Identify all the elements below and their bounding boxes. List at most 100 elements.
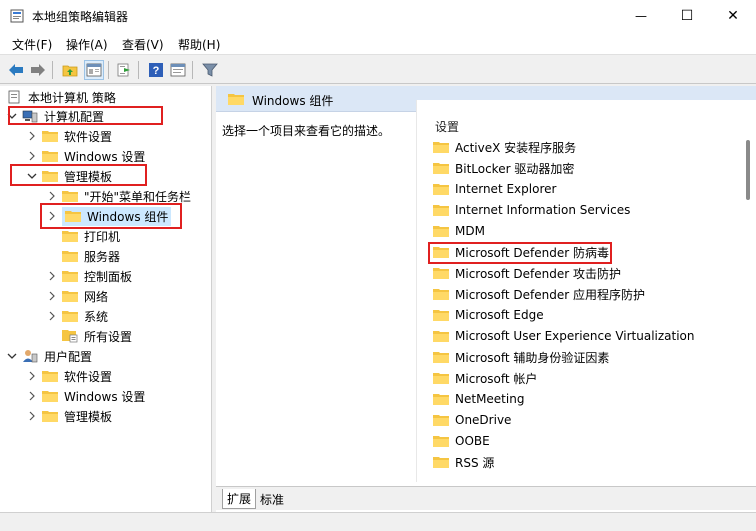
list-item[interactable]: OOBE (433, 431, 490, 451)
properties-button[interactable] (168, 60, 188, 80)
chevron-right-icon[interactable] (46, 270, 58, 282)
minimize-button[interactable]: — (618, 0, 664, 32)
tree-cc-admin-windows-label: Windows 组件 (87, 209, 169, 224)
chevron-right-icon[interactable] (46, 310, 58, 322)
tree-root-label: 本地计算机 策略 (28, 90, 116, 105)
tab-standard[interactable]: 标准 (256, 489, 288, 509)
list-item[interactable]: Internet Information Services (433, 200, 630, 220)
tree-user-config-label: 用户配置 (44, 349, 93, 364)
tree-cc-windows[interactable]: Windows 设置 (26, 146, 145, 166)
forward-button[interactable] (28, 60, 48, 80)
list-item[interactable]: NetMeeting (433, 389, 524, 409)
tree-cc-admin-all[interactable]: 所有设置 (62, 326, 132, 346)
folder-icon (62, 310, 78, 322)
list-item[interactable]: Internet Explorer (433, 179, 556, 199)
tree-pane[interactable]: 本地计算机 策略 计算机配置 软件设置 Windows 设置 管理模板 "开始"… (0, 86, 212, 512)
list-item[interactable]: OneDrive (433, 410, 511, 430)
help-button[interactable]: ? (146, 60, 166, 80)
user-icon (22, 349, 38, 363)
folder-icon (42, 370, 58, 382)
chevron-down-icon[interactable] (6, 350, 18, 362)
list-item[interactable]: Microsoft 帐户 (433, 368, 537, 388)
list-item[interactable]: Microsoft Defender 防病毒 (433, 242, 609, 262)
chevron-right-icon[interactable] (46, 290, 58, 302)
list-item[interactable]: ActiveX 安装程序服务 (433, 137, 576, 157)
close-icon: ✕ (727, 8, 739, 24)
list-item-label: RSS 源 (455, 455, 495, 470)
filter-icon (202, 63, 218, 77)
tree-user-config[interactable]: 用户配置 (6, 346, 92, 366)
tree-cc-admin-all-label: 所有设置 (84, 329, 133, 344)
chevron-right-icon[interactable] (46, 190, 58, 202)
tree-cc-admin-printer[interactable]: 打印机 (62, 226, 120, 246)
list-item[interactable]: MDM (433, 221, 485, 241)
folder-icon (433, 183, 449, 195)
tree-uc-windows[interactable]: Windows 设置 (26, 386, 145, 406)
settings-column-header[interactable]: 设置 (435, 118, 459, 135)
menu-view[interactable]: 查看(V) (122, 36, 164, 53)
chevron-down-icon[interactable] (6, 110, 18, 122)
menu-action[interactable]: 操作(A) (66, 36, 108, 53)
help-icon: ? (149, 63, 163, 77)
menu-file[interactable]: 文件(F) (12, 36, 52, 53)
tab-extended-label: 扩展 (227, 492, 252, 506)
vertical-scrollbar[interactable] (746, 140, 750, 200)
chevron-right-icon[interactable] (26, 150, 38, 162)
list-item[interactable]: Microsoft Edge (433, 305, 544, 325)
list-item[interactable]: Microsoft 辅助身份验证因素 (433, 347, 609, 367)
folder-icon (433, 456, 449, 468)
details-pane: Windows 组件 选择一个项目来查看它的描述。 设置 ActiveX 安装程… (216, 86, 756, 512)
filter-button[interactable] (200, 60, 220, 80)
folder-icon (42, 390, 58, 402)
tree-uc-admin[interactable]: 管理模板 (26, 406, 112, 426)
tree-cc-software[interactable]: 软件设置 (26, 126, 112, 146)
chevron-down-icon[interactable] (26, 170, 38, 182)
chevron-right-icon[interactable] (46, 210, 58, 222)
menu-help[interactable]: 帮助(H) (178, 36, 220, 53)
back-button[interactable] (6, 60, 26, 80)
tree-selection-highlight: Windows 组件 (62, 206, 172, 226)
tree-cc-admin-windows[interactable]: Windows 组件 (46, 206, 172, 226)
folder-icon (62, 270, 78, 282)
tree-cc-admin-control[interactable]: 控制面板 (46, 266, 132, 286)
tree-cc-admin-network-label: 网络 (84, 289, 109, 304)
list-item-label: Internet Information Services (455, 203, 631, 217)
settings-list[interactable]: 设置 ActiveX 安装程序服务 BitLocker 驱动器加密 Intern… (416, 100, 756, 482)
list-item[interactable]: Microsoft User Experience Virtualization (433, 326, 695, 346)
tree-cc-admin-server[interactable]: 服务器 (62, 246, 120, 266)
chevron-right-icon[interactable] (26, 410, 38, 422)
export-list-button[interactable] (114, 60, 134, 80)
chevron-right-icon[interactable] (26, 390, 38, 402)
show-hide-tree-button[interactable] (84, 60, 104, 80)
list-item[interactable]: RSS 源 (433, 452, 494, 472)
list-item-label: Microsoft Defender 防病毒 (455, 245, 610, 260)
tree-uc-software[interactable]: 软件设置 (26, 366, 112, 386)
tree-computer-config[interactable]: 计算机配置 (6, 106, 104, 126)
list-item[interactable]: BitLocker 驱动器加密 (433, 158, 574, 178)
maximize-button[interactable]: ☐ (664, 0, 710, 32)
up-folder-button[interactable] (60, 60, 80, 80)
tree-cc-admin-network[interactable]: 网络 (46, 286, 108, 306)
list-item-label: OOBE (455, 434, 490, 448)
tree-cc-admin[interactable]: 管理模板 (26, 166, 112, 186)
folder-icon (42, 410, 58, 422)
close-button[interactable]: ✕ (710, 0, 756, 32)
toolbar: ? (0, 54, 756, 84)
list-item-label: ActiveX 安装程序服务 (455, 140, 577, 155)
list-item[interactable]: Microsoft Defender 应用程序防护 (433, 284, 645, 304)
chevron-right-icon[interactable] (26, 130, 38, 142)
list-item[interactable]: Microsoft Defender 攻击防护 (433, 263, 621, 283)
folder-icon (433, 393, 449, 405)
computer-icon (22, 109, 38, 123)
view-tabs: 扩展 标准 (216, 486, 756, 510)
folder-icon (42, 170, 58, 182)
tree-cc-admin-system[interactable]: 系统 (46, 306, 108, 326)
tree-uc-software-label: 软件设置 (64, 369, 113, 384)
tree-cc-admin-start[interactable]: "开始"菜单和任务栏 (46, 186, 191, 206)
tree-root[interactable]: 本地计算机 策略 (6, 87, 116, 107)
show-hide-tree-icon (86, 63, 102, 77)
tab-extended[interactable]: 扩展 (222, 489, 257, 509)
chevron-right-icon[interactable] (26, 370, 38, 382)
minimize-icon: — (635, 9, 647, 23)
folder-icon (433, 288, 449, 300)
